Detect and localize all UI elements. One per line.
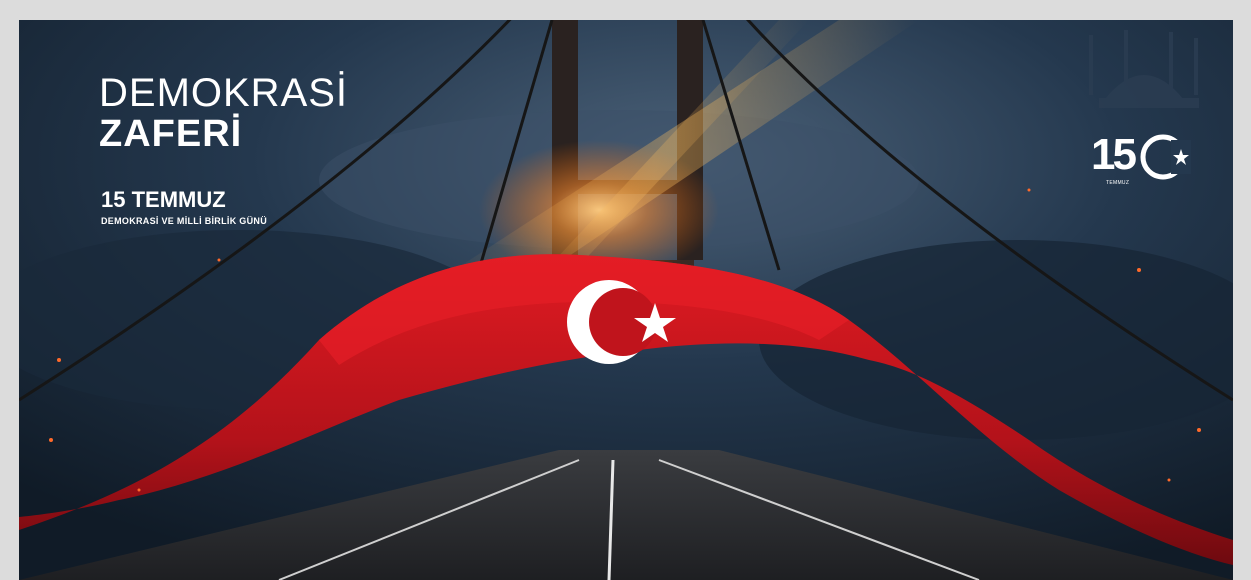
banner-image: DEMOKRASİ ZAFERİ 15 TEMMUZ DEMOKRASİ VE … <box>19 20 1233 580</box>
logo-caption: TEMMUZ <box>1106 180 1130 186</box>
headline-line2: ZAFERİ <box>99 113 243 155</box>
headline: DEMOKRASİ ZAFERİ <box>99 72 348 154</box>
subtitle-day-name: DEMOKRASİ VE MİLLİ BİRLİK GÜNÜ <box>101 216 267 226</box>
headline-line1: DEMOKRASİ <box>99 71 349 115</box>
subtitle: 15 TEMMUZ DEMOKRASİ VE MİLLİ BİRLİK GÜNÜ <box>101 187 267 227</box>
anniversary-logo: 15 TEMMUZ <box>1091 130 1191 200</box>
subtitle-date: 15 TEMMUZ <box>101 187 226 212</box>
page-frame: DEMOKRASİ ZAFERİ 15 TEMMUZ DEMOKRASİ VE … <box>0 0 1251 580</box>
